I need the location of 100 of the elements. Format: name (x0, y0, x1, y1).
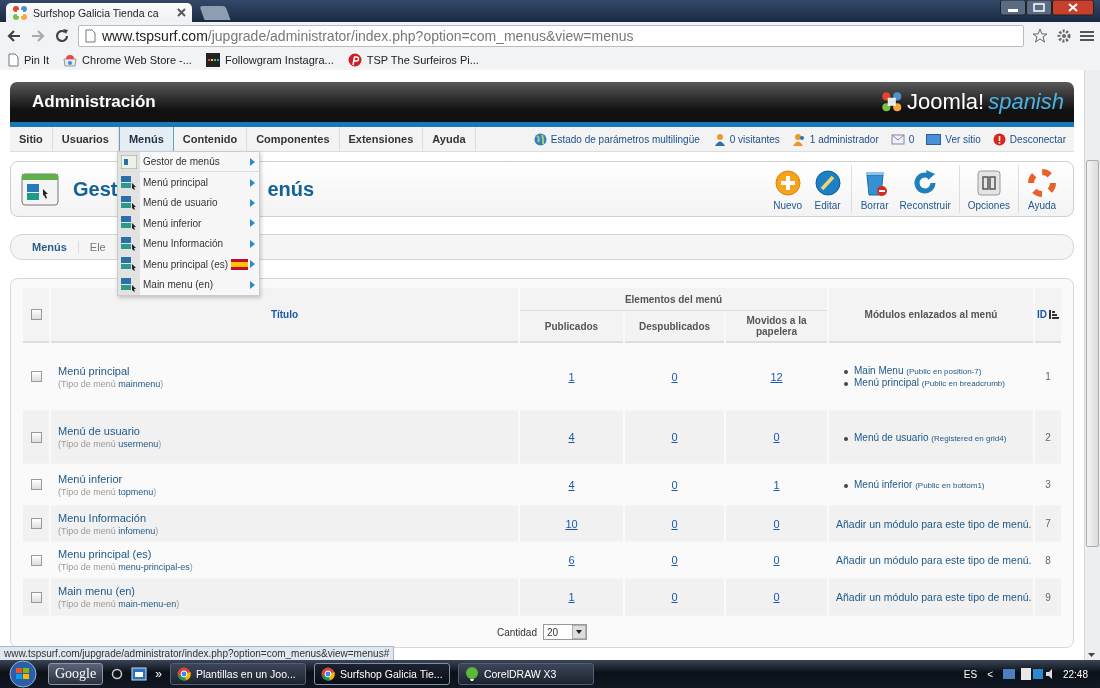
submenu-arrow-icon (250, 219, 255, 228)
logo-suffix: spanish (988, 89, 1064, 115)
count-link[interactable]: 0 (671, 554, 678, 566)
tray-toggle[interactable]: < (987, 668, 993, 680)
count-link[interactable]: 0 (773, 517, 780, 530)
toolbar-button[interactable]: Opciones (964, 165, 1013, 213)
count-link[interactable]: 6 (568, 554, 575, 566)
count-link[interactable]: 0 (773, 554, 780, 566)
checkbox[interactable] (30, 309, 42, 320)
tray-icons[interactable] (1002, 667, 1053, 681)
module-link[interactable]: Menú principal (Public en breadcrumb) (854, 377, 1005, 388)
column-header: Despublicados (625, 311, 724, 343)
settings-icon[interactable] (1056, 28, 1072, 44)
status-item[interactable]: Desconectar (1009, 133, 1066, 145)
menu-bar-item[interactable]: Menús (118, 127, 174, 151)
menu-bar-item[interactable]: Ayuda (423, 127, 476, 151)
taskbar-button[interactable]: CorelDRAW X3 (457, 663, 594, 685)
menu-title-link[interactable]: Menú inferior (58, 472, 517, 485)
menu-title-link[interactable]: Menu principal (es) (58, 548, 517, 560)
new-tab-button[interactable] (199, 6, 231, 20)
circle-icon[interactable] (111, 668, 124, 680)
bookmark[interactable]: Followgram Instagra... (205, 53, 334, 67)
toolbar-button[interactable]: Ayuda (1024, 165, 1060, 213)
star-icon[interactable] (1032, 28, 1048, 44)
menu-title-link[interactable]: Menú de usuario (58, 425, 517, 437)
start-button[interactable] (6, 660, 40, 688)
menu-list-icon (121, 277, 137, 292)
count-link[interactable]: 1 (773, 478, 780, 491)
count-link[interactable]: 0 (671, 517, 678, 530)
window-icon[interactable] (131, 667, 148, 681)
submenu-tab[interactable]: Menús (21, 241, 79, 253)
menu-type-text: (Tipo de menú infomenu) (58, 525, 160, 536)
toolbar-button[interactable]: Nuevo (769, 165, 806, 213)
checkbox[interactable] (30, 479, 42, 490)
count-link[interactable]: 1 (568, 591, 575, 603)
menu-list-icon (121, 257, 137, 272)
menu-bar-item[interactable]: Sitio (10, 127, 53, 151)
count-link[interactable]: 12 (770, 370, 783, 383)
bookmark[interactable]: Chrome Web Store -... (63, 53, 192, 67)
column-header[interactable]: ID (1037, 309, 1047, 320)
column-header: Publicados (520, 311, 623, 343)
count-link[interactable]: 0 (671, 478, 678, 491)
taskbar-button[interactable]: Plantillas en un Joo... (169, 663, 306, 685)
checkbox[interactable] (30, 554, 42, 566)
reload-icon[interactable] (54, 28, 70, 44)
dropdown-item[interactable]: Menu principal (es) (118, 253, 259, 275)
module-link[interactable]: Main Menu (Public en position-7) (854, 365, 982, 376)
scrollbar-thumb[interactable] (1086, 160, 1099, 547)
checkbox[interactable] (30, 371, 42, 382)
close-button[interactable] (1052, 0, 1094, 16)
scrollbar[interactable] (1084, 70, 1100, 660)
menu-type-text: (Tipo de menú topmenu) (58, 486, 158, 497)
toolbar-button[interactable]: Reconstruir (896, 165, 954, 213)
count-link[interactable]: 4 (568, 431, 575, 443)
bookmark[interactable]: TSP The Surfeiros Pi... (347, 53, 479, 67)
maximize-button[interactable] (1026, 0, 1052, 16)
menu-title-link[interactable]: Menú principal (58, 364, 517, 377)
menu-bar-item[interactable]: Extensiones (339, 127, 424, 151)
menu-title-link[interactable]: Menu Información (58, 511, 517, 524)
checkbox[interactable] (30, 518, 42, 529)
add-module-link[interactable]: Añadir un módulo para este tipo de menú. (830, 554, 1032, 566)
address-bar[interactable]: www.tspsurf.com/jupgrade/administrator/index.php?option=com_menus&view=menus (78, 25, 1024, 47)
close-icon[interactable] (177, 8, 186, 17)
more-button[interactable]: » (155, 667, 162, 681)
dropdown-arrow-icon[interactable] (572, 625, 587, 639)
dropdown-item[interactable]: Menu Información (118, 233, 259, 254)
menu-title-link[interactable]: Main menu (en) (58, 585, 517, 597)
taskbar-button[interactable]: Surfshop Galicia Tie... (313, 663, 450, 685)
menu-manager-icon[interactable] (21, 171, 59, 207)
dropdown-item[interactable]: Menú principal (118, 172, 259, 193)
menu-icon[interactable] (1080, 29, 1094, 43)
count-link[interactable]: 4 (568, 478, 575, 491)
count-link[interactable]: 0 (773, 591, 780, 603)
toolbar-button[interactable]: Borrar (856, 165, 893, 213)
table-cell: 2 (1035, 411, 1061, 464)
toolbar-button[interactable]: Editar (809, 165, 846, 213)
count-link[interactable]: 0 (671, 591, 678, 603)
browser-tab[interactable]: Surfshop Galicia Tienda ca (6, 3, 192, 22)
pencil-icon (812, 167, 843, 198)
limit-select[interactable]: 20 (542, 624, 588, 640)
search-field[interactable]: Google (48, 663, 104, 685)
module-link[interactable]: Menú de usuario (Registered en grid4) (854, 431, 1007, 443)
menu-type-text: (Tipo de menú mainmenu) (58, 378, 165, 389)
count-link[interactable]: 0 (773, 431, 780, 443)
bookmark[interactable]: Pin It (8, 53, 50, 67)
checkbox[interactable] (30, 431, 42, 443)
dropdown-item[interactable]: Menú inferior (118, 213, 259, 234)
dropdown-item[interactable]: Menú de usuario (118, 192, 259, 214)
module-link[interactable]: Menú inferior (Public en bottom1) (854, 479, 985, 490)
count-link[interactable]: 0 (671, 431, 678, 443)
menu-bar-item[interactable]: Usuarios (52, 127, 119, 151)
language-indicator[interactable]: ES (963, 668, 978, 680)
count-link[interactable]: 1 (568, 370, 575, 383)
checkbox[interactable] (30, 591, 42, 603)
back-icon[interactable] (6, 28, 22, 44)
count-link[interactable]: 0 (671, 370, 678, 383)
count-link[interactable]: 10 (565, 517, 578, 530)
minimize-button[interactable] (1000, 0, 1026, 16)
status-item[interactable]: Ver sitio (945, 133, 981, 145)
dropdown-item[interactable]: Gestor de menús (118, 152, 259, 173)
